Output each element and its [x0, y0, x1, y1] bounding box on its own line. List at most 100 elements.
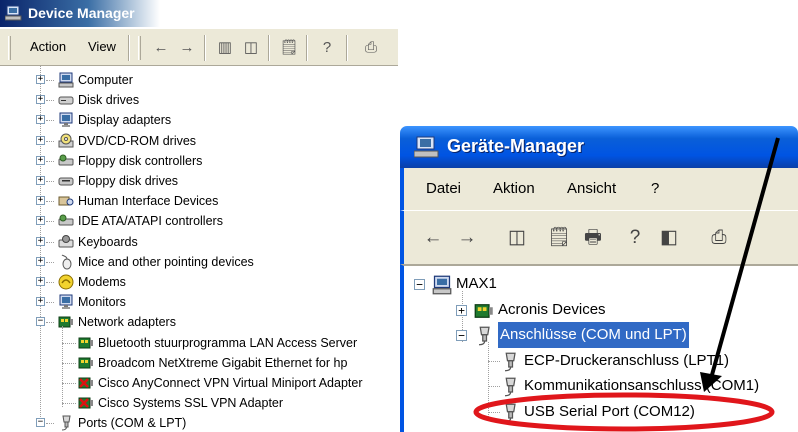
device-category-node[interactable]: + Human Interface Devices: [0, 191, 398, 211]
monitor-icon: [58, 294, 74, 310]
port-icon: [500, 403, 520, 423]
menu-datei[interactable]: Datei: [426, 180, 461, 197]
device-node[interactable]: Cisco AnyConnect VPN Virtual Miniport Ad…: [0, 373, 398, 393]
tree-branch-line: [488, 360, 500, 362]
forward-arrow-icon[interactable]: →: [454, 225, 480, 251]
device-category-node[interactable]: − Ports (COM & LPT): [0, 413, 398, 432]
expand-toggle[interactable]: +: [36, 115, 45, 125]
expand-toggle[interactable]: +: [36, 196, 45, 206]
tree-branch-line: [46, 140, 54, 142]
menu-ansicht[interactable]: Ansicht: [567, 180, 616, 197]
computer-icon: [58, 72, 74, 88]
device-label: Display adapters: [78, 113, 172, 128]
expand-toggle[interactable]: +: [36, 176, 45, 185]
expand-toggle[interactable]: +: [36, 135, 45, 145]
toolbar-grip[interactable]: [138, 36, 141, 60]
expand-toggle[interactable]: +: [36, 297, 45, 307]
computer-icon: [432, 275, 452, 295]
help-icon[interactable]: ?: [316, 37, 338, 59]
device-label: Keyboards: [78, 234, 138, 249]
properties-icon[interactable]: 🗒: [546, 225, 572, 251]
menu-help[interactable]: ?: [651, 180, 659, 197]
scan-hardware-icon[interactable]: ⎙: [360, 37, 382, 59]
show-hide-pane-icon[interactable]: ◧: [656, 225, 682, 251]
tree-branch-line: [46, 302, 54, 304]
toolbar-separator: [268, 35, 270, 61]
expand-toggle[interactable]: +: [36, 236, 45, 246]
menu-action[interactable]: Action: [30, 39, 66, 54]
device-category-node[interactable]: − MAX1: [404, 271, 798, 297]
collapse-toggle[interactable]: −: [36, 418, 45, 428]
forward-arrow-icon[interactable]: →: [176, 37, 198, 59]
modem-icon: [58, 274, 74, 290]
device-category-node[interactable]: + Modems: [0, 272, 398, 292]
network-card-icon: [78, 335, 94, 351]
device-label: Modems: [78, 275, 126, 289]
device-node[interactable]: Cisco Systems SSL VPN Adapter: [0, 393, 398, 413]
device-manager-window-en: Device Manager Action View ← → ▥ ◫ 🗒 ? ⎙…: [0, 0, 398, 432]
device-category-node[interactable]: + DVD/CD-ROM drives: [0, 131, 398, 151]
device-label: Floppy disk drives: [78, 174, 179, 188]
device-category-node[interactable]: + Keyboards: [0, 232, 398, 252]
device-category-node[interactable]: − Network adapters: [0, 312, 398, 332]
expand-toggle[interactable]: +: [36, 216, 45, 226]
device-node[interactable]: Kommunikationsanschluss (COM1): [404, 373, 798, 399]
tree-branch-line: [46, 160, 54, 162]
toolbar-separator: [204, 35, 206, 61]
show-hide-tree-icon[interactable]: ◫: [240, 37, 262, 59]
device-category-node[interactable]: + Computer: [0, 70, 398, 90]
back-arrow-icon[interactable]: ←: [420, 225, 446, 251]
window-title: Device Manager: [28, 5, 135, 21]
device-node[interactable]: Broadcom NetXtreme Gigabit Ethernet for …: [0, 353, 398, 373]
tree-guide-line: [62, 326, 63, 408]
device-category-node[interactable]: + Monitors: [0, 292, 398, 312]
expand-toggle[interactable]: +: [456, 304, 467, 316]
device-category-node[interactable]: − Anschlüsse (COM und LPT): [404, 322, 798, 348]
device-category-node[interactable]: + Floppy disk controllers: [0, 151, 398, 171]
tree-branch-line: [62, 403, 76, 405]
expand-toggle[interactable]: +: [36, 277, 45, 286]
scan-hardware-icon[interactable]: ⎙: [706, 225, 732, 251]
collapse-toggle[interactable]: −: [36, 317, 45, 327]
network-card-error-icon: [78, 375, 94, 391]
keyboard-icon: [58, 234, 74, 250]
menu-view[interactable]: View: [88, 39, 116, 54]
print-icon[interactable]: 🖶: [580, 225, 606, 251]
device-node[interactable]: Bluetooth stuurprogramma LAN Access Serv…: [0, 333, 398, 353]
expand-toggle[interactable]: +: [36, 75, 45, 84]
device-category-node[interactable]: + Mice and other pointing devices: [0, 252, 398, 272]
help-icon[interactable]: ?: [622, 225, 648, 251]
device-node[interactable]: ECP-Druckeranschluss (LPT1): [404, 348, 798, 374]
menu-aktion[interactable]: Aktion: [493, 180, 535, 197]
menu-bar: Datei Aktion Ansicht ?: [400, 168, 798, 210]
device-label: Broadcom NetXtreme Gigabit Ethernet for …: [98, 355, 348, 370]
expand-toggle[interactable]: +: [36, 155, 45, 165]
expand-toggle[interactable]: +: [36, 95, 45, 105]
device-category-node[interactable]: + Disk drives: [0, 90, 398, 110]
show-hide-tree-icon[interactable]: ◫: [504, 225, 530, 251]
tree-branch-line: [46, 201, 54, 203]
tree-branch-line: [46, 241, 54, 243]
expand-toggle[interactable]: +: [36, 256, 45, 266]
collapse-toggle[interactable]: −: [456, 330, 467, 341]
collapse-toggle[interactable]: −: [414, 279, 425, 290]
properties-icon[interactable]: 🗒: [278, 37, 300, 59]
up-level-icon[interactable]: ▥: [214, 37, 236, 59]
device-label: Cisco Systems SSL VPN Adapter: [98, 396, 284, 411]
title-bar: Geräte-Manager: [400, 126, 798, 168]
toolbar-grip[interactable]: [8, 36, 11, 60]
device-label: ECP-Druckeranschluss (LPT1): [524, 351, 730, 369]
device-category-node[interactable]: + IDE ATA/ATAPI controllers: [0, 211, 398, 231]
network-card-icon: [474, 301, 494, 321]
device-label: Kommunikationsanschluss (COM1): [524, 377, 760, 394]
tree-branch-line: [46, 221, 54, 223]
port-icon: [500, 377, 520, 397]
device-category-node[interactable]: + Floppy disk drives: [0, 171, 398, 191]
device-label: Cisco AnyConnect VPN Virtual Miniport Ad…: [98, 376, 363, 390]
device-category-node[interactable]: + Acronis Devices: [404, 297, 798, 323]
usb-serial-port-node[interactable]: USB Serial Port (COM12): [404, 399, 798, 425]
device-category-node[interactable]: + Display adapters: [0, 110, 398, 130]
window-title: Geräte-Manager: [447, 136, 585, 156]
device-label: MAX1: [456, 275, 497, 292]
back-arrow-icon[interactable]: ←: [150, 37, 172, 59]
